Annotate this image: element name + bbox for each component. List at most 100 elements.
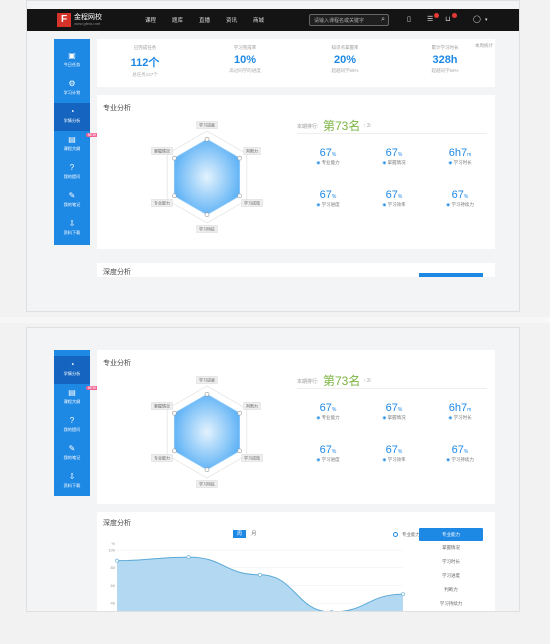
svg-text:学习进度: 学习进度: [199, 377, 215, 383]
stat-value: 328h: [432, 54, 458, 66]
svg-text:学习成效: 学习成效: [244, 455, 260, 461]
metric-list-item[interactable]: 判断力: [419, 587, 483, 593]
nav-courses[interactable]: 课程: [145, 16, 156, 24]
sidebar-item-label: 资料下载: [63, 230, 81, 235]
y-tick-label: 60: [111, 583, 116, 588]
toggle-month[interactable]: 月: [247, 530, 260, 538]
nav-live[interactable]: 直播: [199, 16, 210, 24]
radar-vertex: [204, 136, 210, 142]
svg-text:判断力: 判断力: [246, 148, 258, 154]
svg-text:学习进度: 学习进度: [199, 122, 215, 128]
sidebar-item-analysis[interactable]: ◔ 学情分析: [54, 103, 90, 131]
metric-label: ◉ 学习持续力: [446, 457, 474, 462]
phone-icon[interactable]: ▯: [407, 15, 411, 23]
nav-news[interactable]: 资讯: [226, 16, 237, 24]
svg-text:学习特征: 学习特征: [199, 226, 215, 232]
help-icon[interactable]: ◉: [448, 160, 452, 165]
nav-mall[interactable]: 商城: [253, 16, 264, 24]
radar-label: 学习特征: [196, 225, 218, 233]
outline-icon: ▤: [68, 388, 76, 397]
sidebar-item-label: 学情分析: [63, 371, 81, 376]
logo-icon[interactable]: F: [57, 13, 71, 27]
metric-label: ◉ 学习进度: [316, 457, 340, 462]
sidebar-item-downloads[interactable]: ⇩ 资料下载: [54, 468, 90, 496]
metric-list-item[interactable]: 学习持续力: [419, 601, 483, 607]
nav-question-bank[interactable]: 题库: [172, 16, 183, 24]
screenshot-bottom: ◔ 学情分析 ▤ 课程大纲 NEW ? 我的提问 ✎ 我的笔记 ⇩ 资料下载 专…: [26, 327, 520, 612]
stat-value: 112个: [130, 57, 160, 69]
help-icon[interactable]: ◉: [316, 415, 320, 420]
metric-value: 67%: [385, 444, 403, 456]
metric-3: 6h7m ◉ 学习时长: [435, 402, 485, 421]
top-navbar: F 金程网校 www.gfedu.net 课程 题库 直播 资讯 商城 请输入课…: [27, 9, 519, 31]
weekly-stats-link[interactable]: 本周统计: [475, 43, 493, 49]
message-icon[interactable]: ☰: [427, 15, 433, 23]
metric-label: ◉ 学习效率: [382, 457, 406, 462]
metric-list-item[interactable]: 掌握情况: [419, 545, 483, 551]
radar-vertex: [237, 410, 242, 416]
sidebar-item-outline[interactable]: ▤ 课程大纲 NEW: [54, 384, 98, 412]
data-point: [401, 592, 405, 597]
metric-list-item[interactable]: 学习时长: [419, 559, 483, 565]
metric-value: 67%: [385, 402, 403, 414]
help-icon[interactable]: ◉: [382, 160, 386, 165]
y-tick-label: 40: [111, 601, 116, 606]
help-icon[interactable]: ◉: [316, 160, 320, 165]
svg-text:学习成效: 学习成效: [244, 200, 260, 206]
sidebar-item-label: 我的笔记: [63, 202, 81, 207]
metric-label: ◉ 掌握情况: [382, 160, 406, 165]
stat-sub: 总任务127个: [132, 72, 158, 77]
svg-text:掌握情况: 掌握情况: [154, 148, 170, 154]
sidebar-item-label: 学情分析: [63, 118, 81, 123]
stat-title: 学习完成率: [233, 45, 257, 50]
sidebar-item-label: 我的提问: [63, 427, 81, 432]
chevron-down-icon[interactable]: ▾: [485, 17, 488, 23]
avatar[interactable]: ◯: [473, 15, 481, 23]
metric-5: 67% ◉ 学习效率: [369, 189, 419, 208]
sidebar-item-downloads[interactable]: ⇩ 资料下载: [54, 215, 90, 243]
sidebar-item-today-tasks[interactable]: ▣ 今日任务: [54, 47, 90, 75]
sidebar-item-study-plan[interactable]: ⚙ 学习计划: [54, 75, 90, 103]
stat-title: 已完成任务: [133, 45, 157, 50]
help-icon[interactable]: ◉: [382, 202, 386, 207]
metric-4: 67% ◉ 学习进度: [303, 189, 353, 208]
sidebar-item-notes[interactable]: ✎ 我的笔记: [54, 187, 90, 215]
sidebar-item-analysis[interactable]: ◔ 学情分析: [54, 356, 90, 384]
metric-1: 67% ◉ 专业能力: [303, 147, 353, 166]
radar-vertex: [204, 212, 210, 218]
sidebar-item-notes[interactable]: ✎ 我的笔记: [54, 440, 90, 468]
rank-change: ↑ 3↑: [363, 123, 373, 129]
section-title: 深度分析: [103, 520, 131, 527]
metric-label: ◉ 掌握情况: [382, 415, 406, 420]
metric-label: ◉ 学习时长: [448, 160, 472, 165]
help-icon[interactable]: ◉: [382, 415, 386, 420]
metric-value: 67%: [319, 402, 337, 414]
metric-label: ◉ 专业能力: [316, 415, 340, 420]
depth-analysis-card-partial: 深度分析: [97, 263, 495, 277]
metric-list-item[interactable]: 学习进度: [419, 573, 483, 579]
metric-value: 6h7m: [448, 402, 472, 414]
help-icon[interactable]: ◉: [446, 202, 450, 207]
help-icon[interactable]: ◉: [448, 415, 452, 420]
search-icon[interactable]: ⌕: [381, 16, 385, 24]
help-icon[interactable]: ◉: [446, 457, 450, 462]
svg-text:掌握情况: 掌握情况: [154, 403, 170, 409]
calendar-icon: ▣: [68, 51, 76, 60]
radar-vertex: [237, 193, 242, 199]
metric-label: ◉ 学习效率: [382, 202, 406, 207]
cart-icon[interactable]: ⊔: [445, 15, 450, 23]
help-icon[interactable]: ◉: [316, 202, 320, 207]
search-input[interactable]: 请输入课程名或关键字 ⌕: [309, 14, 389, 26]
toggle-week[interactable]: 周: [233, 530, 247, 538]
sidebar-item-questions[interactable]: ? 我的提问: [54, 412, 90, 440]
screenshot-top: F 金程网校 www.gfedu.net 课程 题库 直播 资讯 商城 请输入课…: [26, 0, 520, 312]
y-tick-label: 100: [108, 548, 115, 553]
metric-value: 67%: [385, 189, 403, 201]
help-icon[interactable]: ◉: [316, 457, 320, 462]
help-icon[interactable]: ◉: [382, 457, 386, 462]
stat-mastery: 知识点掌握率 20% 超越同学55%: [297, 39, 393, 74]
metric-list-selected[interactable]: 专业能力: [419, 528, 483, 541]
sidebar-item-outline[interactable]: ▤ 课程大纲 NEW: [54, 131, 98, 159]
sidebar-item-questions[interactable]: ? 我的提问: [54, 159, 90, 187]
area-chart: 100 80 60 40%: [108, 542, 405, 611]
